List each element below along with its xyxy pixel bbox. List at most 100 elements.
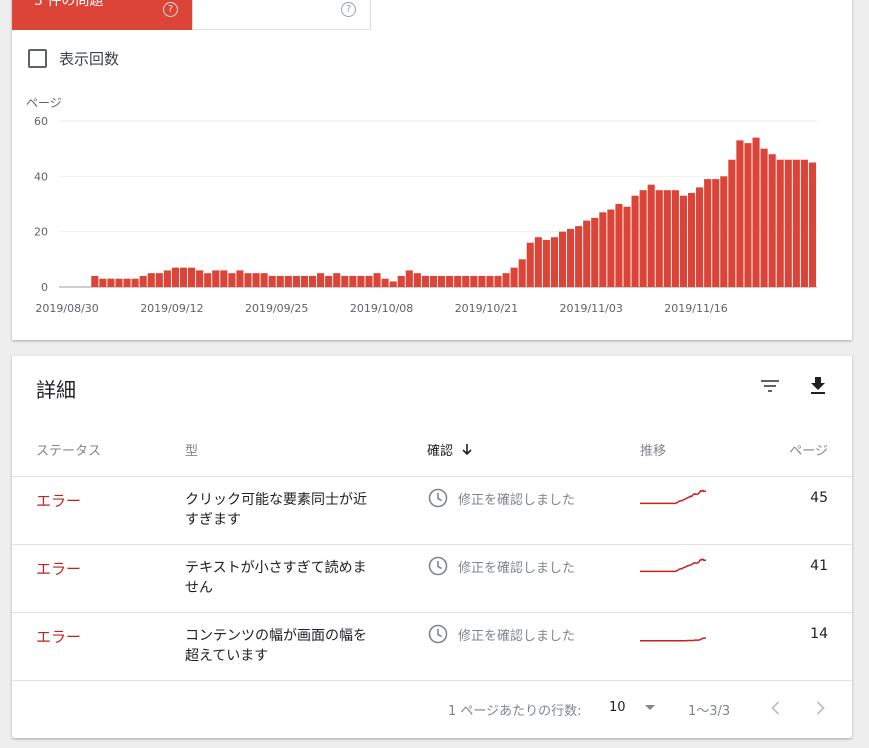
column-confirm[interactable]: 確認 (427, 440, 473, 459)
chart-bar[interactable] (744, 143, 752, 287)
chart-bar[interactable] (808, 162, 817, 288)
chart-bar[interactable] (639, 190, 647, 287)
chart-bar[interactable] (317, 273, 325, 287)
chart-bar[interactable] (212, 270, 220, 287)
chart-bar[interactable] (99, 278, 107, 287)
chart-bar[interactable] (228, 273, 236, 287)
chart-bar[interactable] (260, 273, 268, 287)
chart-bar[interactable] (421, 275, 429, 287)
chart-bar[interactable] (179, 267, 188, 287)
chart-bar[interactable] (607, 209, 615, 287)
chart-bar[interactable] (687, 192, 696, 287)
next-page-icon[interactable] (810, 698, 830, 718)
table-row[interactable]: エラー コンテンツの幅が画面の幅を超えています 修正を確認しました 14 (12, 612, 852, 680)
chart-bar[interactable] (163, 270, 171, 287)
chart-bar[interactable] (647, 184, 655, 287)
column-pages[interactable]: ページ (789, 440, 828, 459)
column-type[interactable]: 型 (185, 440, 198, 459)
chart-bar[interactable] (558, 231, 567, 287)
chart-bar[interactable] (792, 159, 800, 287)
download-icon[interactable] (806, 374, 830, 398)
chart-bar[interactable] (107, 278, 115, 287)
chart-bar[interactable] (704, 179, 712, 287)
chart-bar[interactable] (115, 278, 123, 287)
chart-bar[interactable] (526, 242, 534, 287)
chart-bar[interactable] (413, 273, 421, 287)
chart-bar[interactable] (341, 275, 349, 287)
column-trend[interactable]: 推移 (640, 440, 666, 459)
chart-bar[interactable] (736, 140, 744, 287)
chart-bar[interactable] (575, 226, 583, 287)
chart-bar[interactable] (631, 195, 639, 287)
chart-bar[interactable] (204, 273, 212, 287)
filter-icon[interactable] (758, 374, 782, 398)
chart-bar[interactable] (268, 275, 276, 287)
chart-bar[interactable] (502, 273, 510, 287)
chart-bar[interactable] (615, 204, 623, 287)
chart-bar[interactable] (760, 148, 768, 287)
chart-bar[interactable] (292, 275, 300, 287)
chart-bar[interactable] (389, 281, 397, 287)
chart-bar[interactable] (91, 275, 99, 287)
chart-bar[interactable] (671, 190, 679, 287)
chart-bar[interactable] (397, 275, 405, 287)
chart-bar[interactable] (454, 275, 462, 287)
chart-bar[interactable] (131, 278, 139, 287)
chart-bar[interactable] (357, 275, 365, 287)
chart-bar[interactable] (462, 275, 470, 287)
chart-bar[interactable] (349, 275, 357, 287)
chart-bar[interactable] (542, 239, 550, 287)
chart-bar[interactable] (534, 237, 542, 287)
chart-bar[interactable] (196, 270, 204, 287)
chart-bar[interactable] (599, 212, 607, 287)
chart-bar[interactable] (583, 220, 591, 287)
chart-bar[interactable] (365, 275, 373, 287)
chart-bar[interactable] (518, 259, 526, 287)
chart-bar[interactable] (188, 267, 196, 287)
chart-bar[interactable] (591, 217, 599, 287)
chart-bar[interactable] (300, 275, 309, 287)
rows-per-page-select[interactable]: 10 (609, 700, 656, 715)
chart-bar[interactable] (438, 275, 446, 287)
chart-bar[interactable] (800, 159, 808, 287)
chart-bar[interactable] (494, 275, 502, 287)
table-row[interactable]: エラー テキストが小さすぎて読めません 修正を確認しました 41 (12, 544, 852, 612)
chart-bar[interactable] (325, 275, 333, 287)
chart-bar[interactable] (220, 270, 228, 287)
chart-bar[interactable] (567, 228, 575, 287)
chart-bar[interactable] (171, 267, 179, 287)
chart-bar[interactable] (373, 273, 381, 287)
chart-bar[interactable] (752, 137, 760, 287)
chart-bar[interactable] (139, 275, 147, 287)
chart-bar[interactable] (768, 154, 776, 287)
chart-bar[interactable] (284, 275, 292, 287)
chart-bar[interactable] (123, 278, 131, 287)
chart-bar[interactable] (550, 237, 558, 287)
chart-bar[interactable] (147, 273, 155, 287)
chart-bar[interactable] (623, 206, 631, 287)
chart-bar[interactable] (728, 159, 736, 287)
chart-bar[interactable] (712, 179, 720, 287)
chart-bar[interactable] (381, 278, 389, 287)
chart-bar[interactable] (679, 195, 688, 287)
chart-bar[interactable] (696, 187, 704, 287)
chart-bar[interactable] (470, 275, 478, 287)
chart-bar[interactable] (276, 275, 284, 287)
column-status[interactable]: ステータス (36, 440, 101, 459)
chart-bar[interactable] (446, 275, 454, 287)
chart-bar[interactable] (236, 270, 244, 287)
chart-bar[interactable] (510, 267, 518, 287)
chart-bar[interactable] (655, 190, 663, 287)
chart-bar[interactable] (486, 275, 494, 287)
chart-bar[interactable] (333, 273, 341, 287)
table-row[interactable]: エラー クリック可能な要素同士が近すぎます 修正を確認しました 45 (12, 476, 852, 544)
chart-bar[interactable] (720, 176, 728, 287)
chart-bar[interactable] (429, 275, 438, 287)
previous-page-icon[interactable] (766, 698, 786, 718)
chart-bar[interactable] (244, 273, 252, 287)
chart-bar[interactable] (308, 275, 317, 287)
chart-bar[interactable] (478, 275, 486, 287)
chart-bar[interactable] (155, 273, 163, 287)
chart-bar[interactable] (252, 273, 260, 287)
chart-bar[interactable] (784, 159, 792, 287)
